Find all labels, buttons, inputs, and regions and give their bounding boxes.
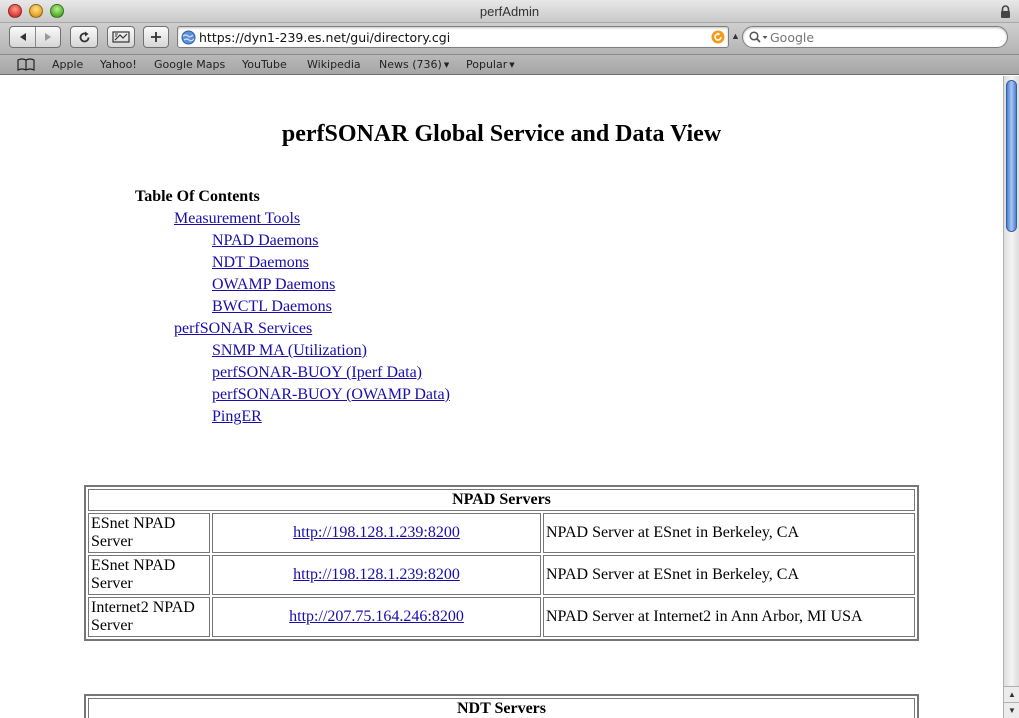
toc-heading: Table Of Contents: [135, 188, 260, 205]
bookmark-youtube[interactable]: YouTube: [242, 58, 287, 71]
search-icon[interactable]: [748, 30, 770, 45]
globe-icon: [181, 30, 196, 45]
ndt-servers-table: NDT Servers: [84, 694, 919, 718]
reload-button[interactable]: [70, 26, 98, 48]
back-icon: [19, 33, 26, 41]
bookmark-label: YouTube: [242, 58, 287, 71]
lock-icon: [1001, 5, 1010, 18]
refresh-icon: [79, 31, 89, 42]
scroll-down-arrow[interactable]: ▼: [1004, 702, 1019, 718]
server-name-cell: Internet2 NPAD Server: [88, 597, 210, 637]
server-url-cell: http://207.75.164.246:8200: [212, 597, 541, 637]
back-button[interactable]: [10, 27, 35, 47]
bookmark-label: Apple: [52, 58, 84, 71]
toc-link-snmp-ma[interactable]: SNMP MA (Utilization): [212, 342, 367, 360]
bookmark-google-maps[interactable]: Google Maps: [154, 58, 225, 71]
snapback-icon: [112, 31, 130, 43]
scroll-up-arrow[interactable]: ▲: [1004, 686, 1019, 702]
table-row: ESnet NPAD Server http://198.128.1.239:8…: [88, 513, 915, 553]
bookmark-label: News (736): [379, 58, 442, 71]
address-bar[interactable]: [177, 26, 729, 48]
bookmark-apple[interactable]: Apple: [52, 58, 83, 71]
toc-link-npad-daemons[interactable]: NPAD Daemons: [212, 232, 319, 250]
server-url-cell: http://198.128.1.239:8200: [212, 513, 541, 553]
bookmark-label: Yahoo!: [100, 58, 137, 71]
toc-link-measurement-tools[interactable]: Measurement Tools: [174, 210, 300, 228]
open-book-icon[interactable]: [17, 58, 35, 71]
window-title: perfAdmin: [479, 4, 540, 19]
toc-link-ndt-daemons[interactable]: NDT Daemons: [212, 254, 309, 272]
vertical-scrollbar[interactable]: ▲ ▼: [1003, 76, 1019, 718]
table-row: ESnet NPAD Server http://198.128.1.239:8…: [88, 555, 915, 595]
search-bar[interactable]: [742, 26, 1008, 48]
bookmark-label: Popular: [466, 58, 508, 71]
add-bookmark-button[interactable]: [143, 26, 169, 48]
window-titlebar: perfAdmin: [0, 0, 1019, 23]
bookmark-folder-news[interactable]: News (736) ▼: [379, 58, 449, 71]
toc-link-perfsonar-services[interactable]: perfSONAR Services: [174, 320, 312, 338]
server-url-cell: http://198.128.1.239:8200: [212, 555, 541, 595]
npad-servers-table: NPAD Servers ESnet NPAD Server http://19…: [84, 485, 919, 641]
search-input[interactable]: [770, 27, 1000, 47]
ndt-table-heading: NDT Servers: [88, 698, 915, 718]
bookmarks-bar: Apple Yahoo! Google Maps YouTube Wikiped…: [0, 55, 1019, 75]
server-name-cell: ESnet NPAD Server: [88, 555, 210, 595]
bookmark-wikipedia[interactable]: Wikipedia: [307, 58, 361, 71]
toc-link-owamp-daemons[interactable]: OWAMP Daemons: [212, 276, 335, 294]
server-desc-cell: NPAD Server at Internet2 in Ann Arbor, M…: [543, 597, 915, 637]
bookmark-label: Wikipedia: [307, 58, 361, 71]
scrollbar-thumb[interactable]: [1006, 80, 1017, 232]
page-viewport: perfSONAR Global Service and Data View T…: [0, 76, 1003, 718]
server-url-link[interactable]: http://198.128.1.239:8200: [293, 566, 460, 583]
server-desc-cell: NPAD Server at ESnet in Berkeley, CA: [543, 555, 915, 595]
server-url-link[interactable]: http://207.75.164.246:8200: [289, 608, 464, 625]
page-title: perfSONAR Global Service and Data View: [281, 121, 722, 147]
toc-link-bwctl-daemons[interactable]: BWCTL Daemons: [212, 298, 332, 316]
bookmark-folder-popular[interactable]: Popular ▼: [466, 58, 515, 71]
bookmark-label: Google Maps: [154, 58, 226, 71]
bookmark-yahoo[interactable]: Yahoo!: [100, 58, 137, 71]
npad-table-heading: NPAD Servers: [88, 489, 915, 511]
reload-icon[interactable]: [711, 30, 725, 44]
server-name-cell: ESnet NPAD Server: [88, 513, 210, 553]
table-row: Internet2 NPAD Server http://207.75.164.…: [88, 597, 915, 637]
snapback-button[interactable]: [107, 26, 135, 48]
forward-icon: [45, 33, 51, 41]
add-bookmark-icon: [151, 32, 161, 42]
url-input[interactable]: [199, 27, 709, 47]
browser-toolbar: ▲: [0, 23, 1019, 55]
server-url-link[interactable]: http://198.128.1.239:8200: [293, 524, 460, 541]
back-forward-buttons: [9, 26, 61, 48]
toc-link-psb-iperf[interactable]: perfSONAR-BUOY (Iperf Data): [212, 364, 422, 382]
chevron-down-icon: ▼: [443, 61, 450, 69]
toc-link-psb-owamp[interactable]: perfSONAR-BUOY (OWAMP Data): [212, 386, 450, 404]
chevron-down-icon: ▼: [509, 61, 515, 69]
toc-link-pinger[interactable]: PingER: [212, 408, 262, 426]
address-dropdown-caret[interactable]: ▲: [731, 31, 740, 41]
forward-button[interactable]: [35, 27, 60, 47]
server-desc-cell: NPAD Server at ESnet in Berkeley, CA: [543, 513, 915, 553]
